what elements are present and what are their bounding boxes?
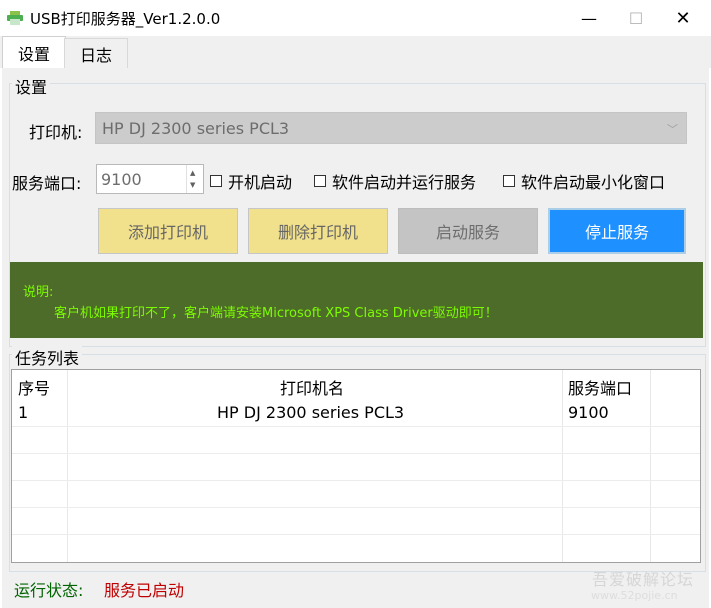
status-value: 服务已启动 (104, 581, 185, 600)
notice-title: 说明: (23, 285, 54, 300)
delete-printer-button[interactable]: 删除打印机 (248, 208, 388, 254)
port-label: 服务端口: (12, 174, 82, 193)
table-cell-port[interactable]: 9100 (568, 403, 609, 422)
start-service-button[interactable]: 启动服务 (398, 208, 538, 254)
tab-log[interactable]: 日志 (64, 38, 128, 69)
row-divider (12, 453, 700, 454)
watermark-text: 吾爱破解论坛 (592, 570, 695, 589)
checkbox-box[interactable] (503, 175, 515, 187)
maximize-button[interactable]: ☐ (613, 0, 659, 36)
table-cell-no[interactable]: 1 (18, 403, 28, 422)
spin-up-icon[interactable]: ▲ (190, 169, 195, 177)
row-divider (12, 426, 700, 427)
port-stepper[interactable]: 9100 ▲ ▼ (96, 164, 204, 194)
chevron-down-icon: ﹀ (667, 123, 678, 136)
spin-buttons: ▲ ▼ (186, 165, 203, 193)
minimize-checkbox[interactable]: 软件启动最小化窗口 (503, 169, 665, 193)
column-header-no[interactable]: 序号 (18, 375, 50, 399)
run-service-checkbox[interactable]: 软件启动并运行服务 (314, 169, 476, 193)
task-table[interactable]: 序号 打印机名 服务端口 1 HP DJ 2300 series PCL3 91… (11, 369, 701, 563)
notice-box: 说明: 客户机如果打印不了，客户端请安装Microsoft XPS Class … (10, 262, 703, 338)
add-printer-button[interactable]: 添加打印机 (98, 208, 238, 254)
printer-select[interactable]: HP DJ 2300 series PCL3 ﹀ (95, 112, 687, 144)
watermark-url: www.52pojie.cn (591, 589, 678, 602)
column-header-printer-name[interactable]: 打印机名 (280, 375, 344, 399)
settings-panel: 设置 打印机: HP DJ 2300 series PCL3 ﹀ 服务端口: 9… (2, 68, 709, 608)
notice-text: 客户机如果打印不了，客户端请安装Microsoft XPS Class Driv… (54, 306, 498, 321)
stop-service-button[interactable]: 停止服务 (548, 208, 686, 254)
settings-group-title: 设置 (12, 74, 51, 98)
run-service-label: 软件启动并运行服务 (332, 173, 477, 192)
row-divider (12, 480, 700, 481)
minimize-label: 软件启动最小化窗口 (521, 173, 666, 192)
spin-down-icon[interactable]: ▼ (190, 181, 195, 189)
row-divider (12, 507, 700, 508)
printer-icon (7, 11, 23, 25)
printer-label: 打印机: (29, 123, 83, 142)
tasks-group-title: 任务列表 (12, 345, 83, 369)
tab-bar: 设置 日志 (0, 36, 711, 69)
title-bar: USB打印服务器_Ver1.2.0.0 — ☐ ✕ (0, 0, 711, 36)
status-label: 运行状态: (14, 581, 84, 600)
printer-select-value: HP DJ 2300 series PCL3 (102, 119, 290, 138)
checkbox-box[interactable] (314, 175, 326, 187)
minimize-button[interactable]: — (566, 0, 612, 36)
table-cell-printer-name[interactable]: HP DJ 2300 series PCL3 (217, 403, 404, 422)
checkbox-box[interactable] (210, 175, 222, 187)
tab-settings[interactable]: 设置 (2, 36, 66, 69)
autostart-checkbox[interactable]: 开机启动 (210, 169, 292, 193)
window-title: USB打印服务器_Ver1.2.0.0 (30, 10, 221, 28)
close-button[interactable]: ✕ (660, 0, 706, 36)
autostart-label: 开机启动 (228, 173, 293, 192)
column-header-port[interactable]: 服务端口 (568, 375, 632, 399)
port-value: 9100 (101, 170, 142, 189)
row-divider (12, 534, 700, 535)
